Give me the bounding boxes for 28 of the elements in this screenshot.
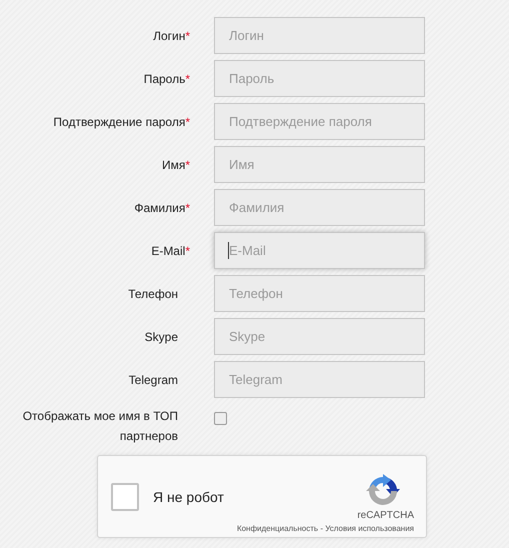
field-label: Логин*	[152, 28, 190, 42]
input-field[interactable]: Telegram	[214, 361, 425, 398]
input-field[interactable]: E-Mail	[214, 232, 425, 269]
field-label: E-Mail*	[150, 244, 190, 258]
recaptcha-logo-icon	[366, 474, 400, 508]
field-label: Телефон	[127, 286, 179, 300]
captcha-links: Конфиденциальность - Условия использования	[236, 524, 414, 533]
input-field[interactable]: Skype	[214, 318, 425, 355]
field-label: Имя*	[160, 158, 190, 172]
input-field[interactable]: Фамилия	[214, 189, 425, 226]
checkbox[interactable]	[214, 412, 227, 425]
text-cursor	[228, 242, 229, 259]
field-label: Фамилия*	[133, 200, 190, 214]
privacy-link[interactable]: Конфиденциальность	[236, 524, 318, 533]
field-label: Пароль*	[142, 72, 190, 86]
captcha-checkbox[interactable]	[111, 482, 139, 510]
captcha-label: Я не робот	[153, 488, 225, 504]
field-label: Подтверждение пароля*	[52, 114, 190, 128]
input-field[interactable]: Телефон	[214, 275, 425, 312]
brand-text: reCAPTCHA	[357, 510, 414, 521]
input-field[interactable]: Имя	[214, 146, 425, 183]
input-field[interactable]: Пароль	[214, 60, 425, 97]
field-label: Telegram	[128, 372, 179, 386]
terms-link[interactable]: Условия использования	[325, 524, 414, 533]
input-field[interactable]: Подтверждение пароля	[214, 103, 425, 140]
input-field[interactable]: Логин	[214, 17, 425, 54]
checkbox-label: Отображать мое имя в ТОП партнеров	[22, 408, 178, 445]
field-label: Skype	[144, 330, 179, 344]
